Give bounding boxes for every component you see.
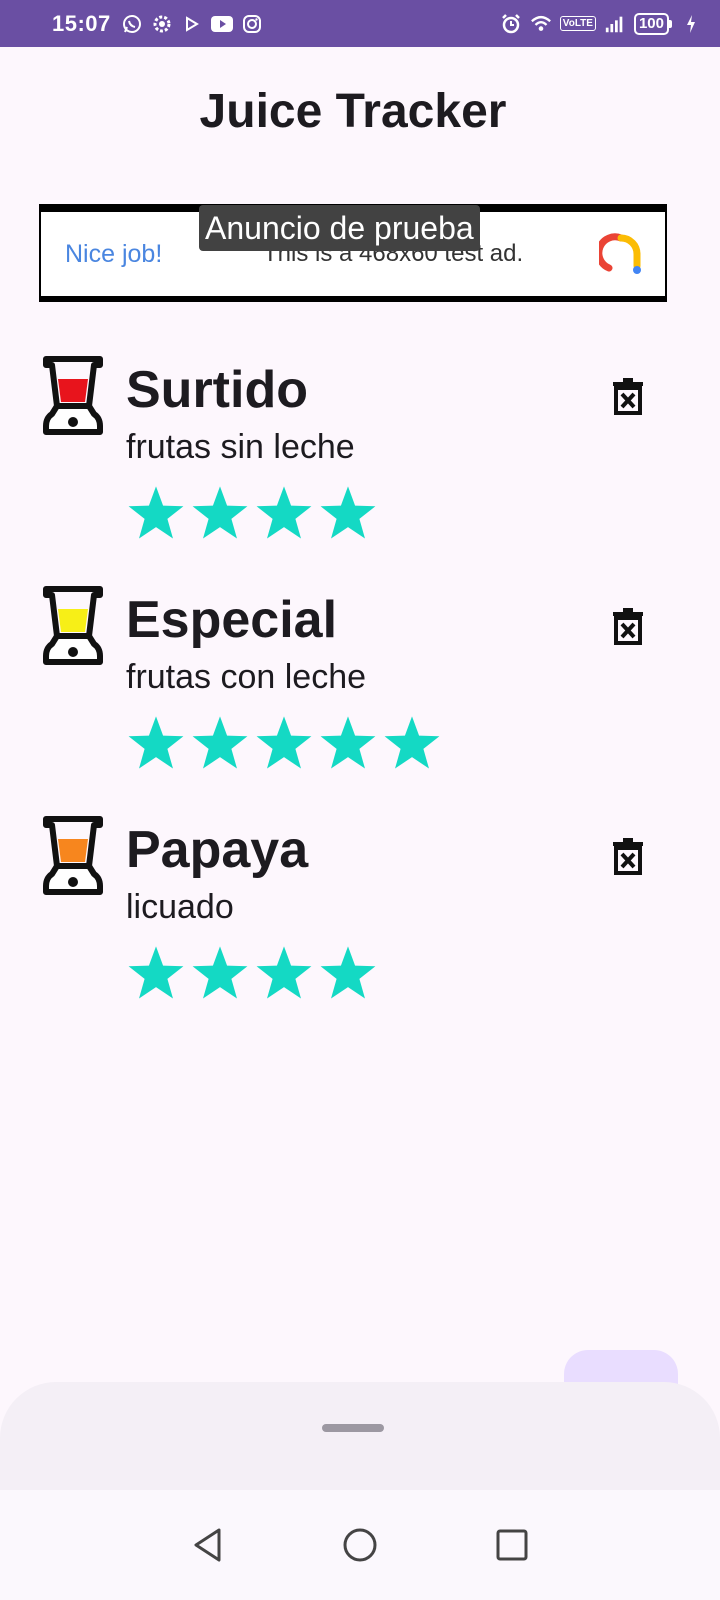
star-icon [128,716,184,769]
app-title: Juice Tracker [199,85,507,138]
recents-icon [496,1529,528,1561]
blender-icon [42,584,104,666]
blender-icon [42,814,104,896]
battery-level: 100 [633,12,669,35]
juice-name: Especial [126,591,338,649]
test-ad-label: Anuncio de prueba [199,205,480,251]
star-icon [256,946,312,999]
star-icon [192,486,248,539]
juice-list-item[interactable]: Especial frutas con leche [0,560,720,790]
star-icon [128,486,184,539]
wifi-icon [530,13,552,35]
juice-rating [126,944,378,1004]
delete-juice-button[interactable] [608,374,648,418]
status-bar: 15:07 VoLTE 100 [0,0,720,47]
settings-icon [151,13,173,35]
star-icon [256,716,312,769]
juice-rating [126,484,378,544]
juice-rating [126,714,442,774]
alarm-icon [500,13,522,35]
star-icon [256,486,312,539]
delete-juice-button[interactable] [608,834,648,878]
star-icon [320,946,376,999]
status-time: 15:07 [52,10,111,36]
star-icon [320,716,376,769]
youtube-icon [210,13,233,35]
nav-recents-button[interactable] [482,1515,542,1575]
delete-icon [613,838,643,875]
delete-icon [613,608,643,645]
star-icon [192,716,248,769]
juice-list: Surtido frutas sin leche Especial frutas co… [0,330,720,1020]
juice-name: Surtido [126,361,308,419]
battery-indicator: 100 [633,12,672,35]
juice-name: Papaya [126,821,309,879]
star-icon [192,946,248,999]
star-icon [128,946,184,999]
delete-icon [613,378,643,415]
juice-list-item[interactable]: Papaya licuado [0,790,720,1020]
home-icon [343,1528,377,1562]
system-nav-bar [0,1490,720,1600]
back-icon [194,1528,221,1562]
charging-icon [680,13,702,35]
notification-icons [121,13,263,35]
play-store-icon [181,13,203,35]
juice-list-item[interactable]: Surtido frutas sin leche [0,330,720,560]
juice-description: licuado [126,888,234,926]
drag-handle[interactable] [322,1424,384,1432]
star-icon [384,716,440,769]
ad-headline: Nice job! [65,240,163,268]
signal-icon [604,13,626,35]
whatsapp-icon [121,13,143,35]
blender-icon [42,354,104,436]
nav-back-button[interactable] [178,1515,238,1575]
juice-description: frutas con leche [126,658,367,696]
juice-description: frutas sin leche [126,428,355,466]
volte-badge: VoLTE [559,16,596,31]
instagram-icon [241,13,263,35]
nav-home-button[interactable] [330,1515,390,1575]
star-icon [320,486,376,539]
battery-tip [669,19,672,28]
system-status-icons: VoLTE 100 [500,12,702,35]
delete-juice-button[interactable] [608,604,648,648]
ad-logo-icon [595,232,643,276]
